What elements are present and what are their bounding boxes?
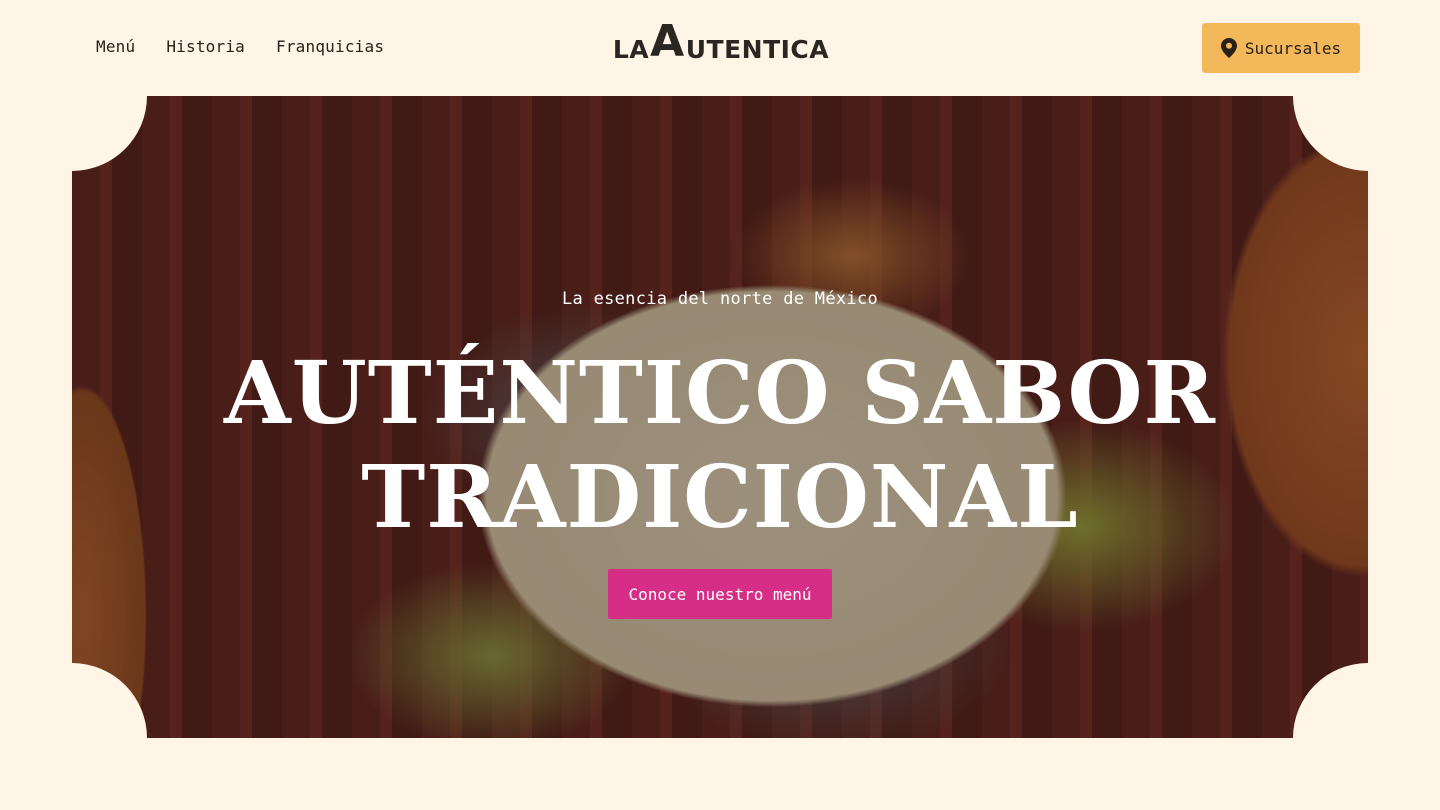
sucursales-label: Sucursales [1244, 38, 1342, 58]
site-header: Menú Historia Franquicias LA A UTENTICA … [0, 0, 1440, 96]
logo-part-utentica: UTENTICA [685, 35, 830, 64]
hero-content: La esencia del norte de México AUTÉNTICO… [72, 96, 1368, 738]
nav-item-menu[interactable]: Menú [96, 37, 135, 56]
menu-cta-button[interactable]: Conoce nuestro menú [608, 569, 832, 619]
logo-part-a: A [650, 16, 685, 67]
location-pin-icon [1220, 38, 1237, 58]
hero-banner: La esencia del norte de México AUTÉNTICO… [72, 96, 1368, 738]
hero-headline-line1: AUTÉNTICO SABOR [224, 343, 1216, 444]
hero-headline-line2: TRADICIONAL [361, 447, 1079, 548]
hero-headline: AUTÉNTICO SABOR TRADICIONAL [72, 342, 1368, 550]
nav-item-historia[interactable]: Historia [166, 37, 245, 56]
brand-logo[interactable]: LA A UTENTICA [613, 16, 829, 67]
sucursales-button[interactable]: Sucursales [1202, 23, 1360, 73]
nav-item-franquicias[interactable]: Franquicias [276, 37, 384, 56]
hero-tagline: La esencia del norte de México [561, 289, 879, 309]
main-nav: Menú Historia Franquicias [96, 37, 384, 56]
logo-part-la: LA [612, 35, 650, 64]
